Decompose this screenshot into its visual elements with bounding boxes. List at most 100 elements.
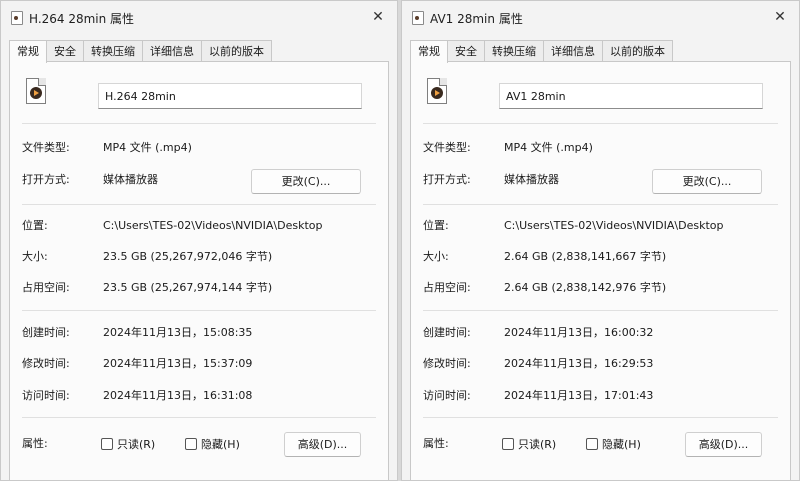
modified-value: 2024年11月13日，16:29:53 <box>504 357 654 370</box>
window-title: AV1 28min 属性 <box>430 12 523 26</box>
tab-strip: 常规 安全 转换压缩 详细信息 以前的版本 <box>9 40 272 63</box>
window-file-icon <box>11 11 23 25</box>
advanced-button[interactable]: 高级(D)... <box>685 432 762 457</box>
title-bar[interactable]: AV1 28min 属性 ✕ <box>402 1 799 35</box>
size-label: 大小: <box>423 250 449 263</box>
readonly-checkbox[interactable]: 只读(R) <box>101 437 155 453</box>
attributes-label: 属性: <box>423 437 449 450</box>
location-value: C:\Users\TES-02\Videos\NVIDIA\Desktop <box>103 219 323 232</box>
modified-row: 修改时间: 2024年11月13日，16:29:53 <box>423 356 778 372</box>
video-file-icon <box>26 78 46 104</box>
file-type-row: 文件类型: MP4 文件 (.mp4) <box>22 140 376 156</box>
divider <box>22 204 376 205</box>
close-icon[interactable]: ✕ <box>771 8 789 26</box>
divider <box>423 123 778 124</box>
size-row: 大小: 23.5 GB (25,267,972,046 字节) <box>22 249 376 265</box>
location-row: 位置: C:\Users\TES-02\Videos\NVIDIA\Deskto… <box>22 218 376 234</box>
checkbox-icon[interactable] <box>586 438 598 450</box>
change-button[interactable]: 更改(C)... <box>652 169 762 194</box>
attributes-label: 属性: <box>22 437 48 450</box>
accessed-row: 访问时间: 2024年11月13日，16:31:08 <box>22 388 376 404</box>
open-with-label: 打开方式: <box>423 173 471 186</box>
location-row: 位置: C:\Users\TES-02\Videos\NVIDIA\Deskto… <box>423 218 778 234</box>
divider <box>423 417 778 418</box>
tab-convert[interactable]: 转换压缩 <box>83 40 143 62</box>
tab-details[interactable]: 详细信息 <box>142 40 202 62</box>
size-on-disk-row: 占用空间: 2.64 GB (2,838,142,976 字节) <box>423 280 778 296</box>
tab-previous-versions[interactable]: 以前的版本 <box>201 40 272 62</box>
size-value: 23.5 GB (25,267,972,046 字节) <box>103 250 273 263</box>
accessed-row: 访问时间: 2024年11月13日，17:01:43 <box>423 388 778 404</box>
location-label: 位置: <box>22 219 48 232</box>
modified-value: 2024年11月13日，15:37:09 <box>103 357 253 370</box>
hidden-label: 隐藏(H) <box>602 438 641 451</box>
file-type-label: 文件类型: <box>423 141 471 154</box>
readonly-checkbox[interactable]: 只读(R) <box>502 437 556 453</box>
window-file-icon <box>412 11 424 25</box>
tab-general[interactable]: 常规 <box>410 40 448 63</box>
modified-row: 修改时间: 2024年11月13日，15:37:09 <box>22 356 376 372</box>
hidden-checkbox[interactable]: 隐藏(H) <box>586 437 641 453</box>
modified-label: 修改时间: <box>22 357 70 370</box>
open-with-label: 打开方式: <box>22 173 70 186</box>
checkbox-icon[interactable] <box>502 438 514 450</box>
readonly-label: 只读(R) <box>518 438 557 451</box>
accessed-value: 2024年11月13日，17:01:43 <box>504 389 654 402</box>
location-value: C:\Users\TES-02\Videos\NVIDIA\Desktop <box>504 219 724 232</box>
hidden-label: 隐藏(H) <box>201 438 240 451</box>
divider <box>423 310 778 311</box>
file-name-field[interactable] <box>499 83 763 109</box>
properties-window-h264: H.264 28min 属性 ✕ 常规 安全 转换压缩 详细信息 以前的版本 文… <box>0 0 398 481</box>
tab-convert[interactable]: 转换压缩 <box>484 40 544 62</box>
accessed-value: 2024年11月13日，16:31:08 <box>103 389 253 402</box>
created-value: 2024年11月13日，16:00:32 <box>504 326 654 339</box>
divider <box>22 417 376 418</box>
open-with-value: 媒体播放器 <box>103 173 158 186</box>
size-value: 2.64 GB (2,838,141,667 字节) <box>504 250 667 263</box>
tab-strip: 常规 安全 转换压缩 详细信息 以前的版本 <box>410 40 673 63</box>
checkbox-icon[interactable] <box>185 438 197 450</box>
file-type-value: MP4 文件 (.mp4) <box>504 141 593 154</box>
tab-security[interactable]: 安全 <box>447 40 485 62</box>
tab-general[interactable]: 常规 <box>9 40 47 63</box>
size-on-disk-row: 占用空间: 23.5 GB (25,267,974,144 字节) <box>22 280 376 296</box>
size-on-disk-label: 占用空间: <box>22 281 70 294</box>
title-bar[interactable]: H.264 28min 属性 ✕ <box>1 1 397 35</box>
size-on-disk-value: 23.5 GB (25,267,974,144 字节) <box>103 281 273 294</box>
divider <box>22 310 376 311</box>
file-type-label: 文件类型: <box>22 141 70 154</box>
window-title: H.264 28min 属性 <box>29 12 135 26</box>
location-label: 位置: <box>423 219 449 232</box>
general-panel: 文件类型: MP4 文件 (.mp4) 打开方式: 媒体播放器 更改(C)...… <box>410 61 791 480</box>
general-panel: 文件类型: MP4 文件 (.mp4) 打开方式: 媒体播放器 更改(C)...… <box>9 61 389 480</box>
properties-window-av1: AV1 28min 属性 ✕ 常规 安全 转换压缩 详细信息 以前的版本 文件类… <box>401 0 800 481</box>
created-row: 创建时间: 2024年11月13日，16:00:32 <box>423 325 778 341</box>
tab-previous-versions[interactable]: 以前的版本 <box>602 40 673 62</box>
accessed-label: 访问时间: <box>423 389 471 402</box>
accessed-label: 访问时间: <box>22 389 70 402</box>
size-on-disk-value: 2.64 GB (2,838,142,976 字节) <box>504 281 667 294</box>
created-label: 创建时间: <box>22 326 70 339</box>
open-with-value: 媒体播放器 <box>504 173 559 186</box>
size-label: 大小: <box>22 250 48 263</box>
created-label: 创建时间: <box>423 326 471 339</box>
tab-security[interactable]: 安全 <box>46 40 84 62</box>
size-on-disk-label: 占用空间: <box>423 281 471 294</box>
video-file-icon <box>427 78 447 104</box>
created-row: 创建时间: 2024年11月13日，15:08:35 <box>22 325 376 341</box>
checkbox-icon[interactable] <box>101 438 113 450</box>
close-icon[interactable]: ✕ <box>369 8 387 26</box>
tab-details[interactable]: 详细信息 <box>543 40 603 62</box>
created-value: 2024年11月13日，15:08:35 <box>103 326 253 339</box>
file-type-value: MP4 文件 (.mp4) <box>103 141 192 154</box>
file-type-row: 文件类型: MP4 文件 (.mp4) <box>423 140 778 156</box>
change-button[interactable]: 更改(C)... <box>251 169 361 194</box>
divider <box>22 123 376 124</box>
size-row: 大小: 2.64 GB (2,838,141,667 字节) <box>423 249 778 265</box>
modified-label: 修改时间: <box>423 357 471 370</box>
hidden-checkbox[interactable]: 隐藏(H) <box>185 437 240 453</box>
file-name-field[interactable] <box>98 83 362 109</box>
readonly-label: 只读(R) <box>117 438 156 451</box>
advanced-button[interactable]: 高级(D)... <box>284 432 361 457</box>
divider <box>423 204 778 205</box>
